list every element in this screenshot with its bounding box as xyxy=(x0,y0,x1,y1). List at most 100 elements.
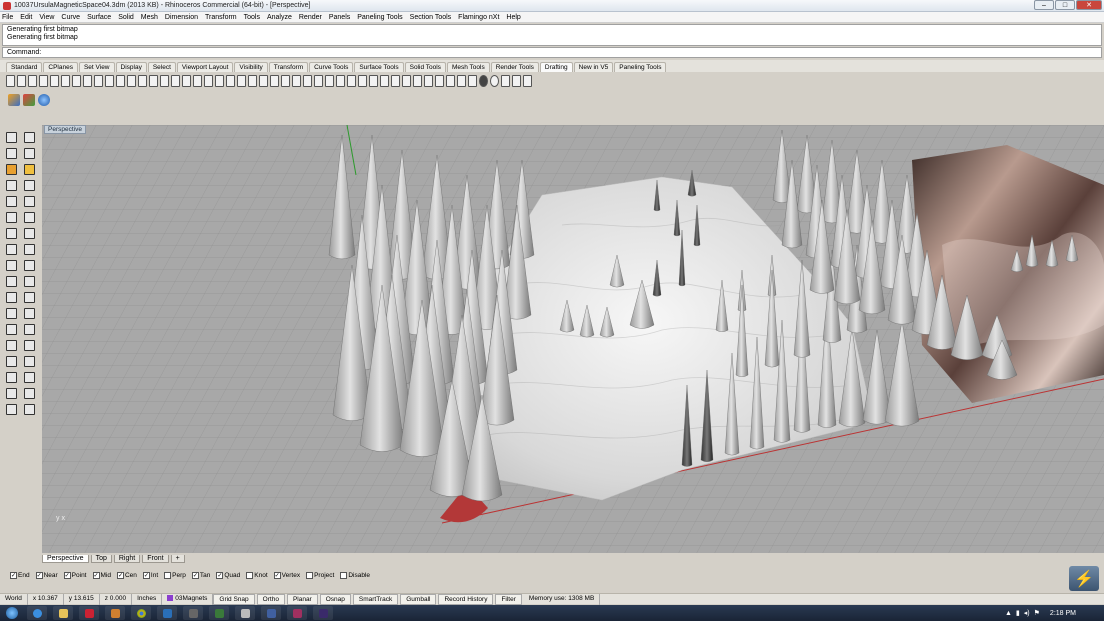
modeling-tool-icon[interactable] xyxy=(24,371,35,383)
menu-item-mesh[interactable]: Mesh xyxy=(141,14,158,21)
drafting-tool-icon[interactable] xyxy=(281,75,290,87)
modeling-tool-icon[interactable] xyxy=(6,147,17,159)
drafting-tool-icon[interactable] xyxy=(523,75,532,87)
modeling-tool-icon[interactable] xyxy=(24,147,35,159)
osnap-quad[interactable]: ✓ Quad xyxy=(216,572,240,579)
drafting-tool-icon[interactable] xyxy=(204,75,213,87)
start-button[interactable] xyxy=(0,605,24,621)
menu-item-flamingo-nxt[interactable]: Flamingo nXt xyxy=(458,14,499,21)
drafting-tool-icon[interactable] xyxy=(336,75,345,87)
drafting-tool-icon[interactable] xyxy=(248,75,257,87)
command-input[interactable]: Command: xyxy=(2,47,1102,58)
modeling-tool-icon[interactable] xyxy=(24,323,35,335)
drafting-tool-icon[interactable] xyxy=(435,75,444,87)
drafting-tool-icon[interactable] xyxy=(259,75,268,87)
modeling-tool-icon[interactable] xyxy=(24,403,35,415)
smarttrack-toggle[interactable]: SmartTrack xyxy=(352,593,399,605)
toolbar-tab-new-in-v5[interactable]: New in V5 xyxy=(573,62,614,72)
toolbar-tab-solid-tools[interactable]: Solid Tools xyxy=(404,62,446,72)
menu-item-panels[interactable]: Panels xyxy=(329,14,350,21)
modeling-tool-icon[interactable] xyxy=(6,371,17,383)
drafting-tool-icon[interactable] xyxy=(380,75,389,87)
drafting-tool-icon[interactable] xyxy=(138,75,147,87)
osnap-checkbox[interactable]: ✓ xyxy=(92,572,100,579)
taskbar-app[interactable] xyxy=(79,606,99,620)
filter-toggle[interactable]: Filter xyxy=(495,593,522,605)
modeling-tool-icon[interactable] xyxy=(24,131,35,143)
menu-item-surface[interactable]: Surface xyxy=(87,14,111,21)
drafting-tool-icon[interactable] xyxy=(160,75,169,87)
taskbar-app4[interactable] xyxy=(235,606,255,620)
grasshopper-icon[interactable] xyxy=(23,94,35,106)
close-button[interactable]: ✕ xyxy=(1076,0,1102,10)
ortho-toggle[interactable]: Ortho xyxy=(256,593,285,605)
drafting-tool-icon[interactable] xyxy=(413,75,422,87)
drafting-tool-icon[interactable] xyxy=(512,75,521,87)
osnap-perp[interactable]: Perp xyxy=(164,572,186,579)
gumball-toggle[interactable]: Gumball xyxy=(400,593,437,605)
modeling-tool-icon[interactable] xyxy=(6,163,17,175)
modeling-tool-icon[interactable] xyxy=(24,163,35,175)
modeling-tool-icon[interactable] xyxy=(24,243,35,255)
toolbar-tab-select[interactable]: Select xyxy=(147,62,176,72)
drafting-tool-icon[interactable] xyxy=(6,75,15,87)
osnap-checkbox[interactable] xyxy=(340,572,348,579)
modeling-tool-icon[interactable] xyxy=(24,355,35,367)
taskbar-app2[interactable] xyxy=(157,606,177,620)
modeling-tool-icon[interactable] xyxy=(6,275,17,287)
minimize-button[interactable]: – xyxy=(1034,0,1054,10)
current-layer[interactable]: 03Magnets xyxy=(162,593,214,605)
drafting-tool-icon[interactable] xyxy=(226,75,235,87)
osnap-near[interactable]: ✓ Near xyxy=(35,572,58,579)
drafting-tool-icon[interactable] xyxy=(402,75,411,87)
drafting-tool-icon[interactable] xyxy=(391,75,400,87)
drafting-tool-icon[interactable] xyxy=(149,75,158,87)
taskbar-app5[interactable] xyxy=(261,606,281,620)
modeling-tool-icon[interactable] xyxy=(24,307,35,319)
drafting-tool-icon[interactable] xyxy=(303,75,312,87)
toolbar-tab-visibility[interactable]: Visibility xyxy=(234,62,268,72)
toolbar-tab-surface-tools[interactable]: Surface Tools xyxy=(354,62,404,72)
drafting-tool-icon[interactable] xyxy=(72,75,81,87)
drafting-tool-icon[interactable] xyxy=(292,75,301,87)
osnap-mid[interactable]: ✓ Mid xyxy=(92,572,111,579)
modeling-tool-icon[interactable] xyxy=(6,403,17,415)
toolbar-tab-viewport-layout[interactable]: Viewport Layout xyxy=(176,62,234,72)
osnap-tan[interactable]: ✓ Tan xyxy=(191,572,210,579)
viewport-title[interactable]: Perspective xyxy=(44,125,86,134)
menu-item-view[interactable]: View xyxy=(39,14,54,21)
osnap-int[interactable]: ✓ Int xyxy=(142,572,158,579)
taskbar-app6[interactable] xyxy=(287,606,307,620)
help-icon[interactable] xyxy=(38,94,50,106)
osnap-toggle[interactable]: Osnap xyxy=(319,593,351,605)
drafting-tool-icon[interactable] xyxy=(457,75,466,87)
taskbar-premiere[interactable] xyxy=(313,606,333,620)
osnap-vertex[interactable]: ✓ Vertex xyxy=(273,572,300,579)
drafting-tool-icon[interactable] xyxy=(314,75,323,87)
drafting-tool-icon[interactable] xyxy=(83,75,92,87)
perspective-viewport[interactable]: Perspective y x xyxy=(42,125,1104,553)
drafting-tool-icon[interactable] xyxy=(215,75,224,87)
menu-item-dimension[interactable]: Dimension xyxy=(165,14,198,21)
network-icon[interactable]: ▮ xyxy=(1016,609,1020,617)
menu-item-section-tools[interactable]: Section Tools xyxy=(410,14,452,21)
tray-arrow-icon[interactable]: ▲ xyxy=(1005,610,1012,617)
osnap-point[interactable]: ✓ Point xyxy=(63,572,87,579)
modeling-tool-icon[interactable] xyxy=(24,339,35,351)
taskbar-ie[interactable] xyxy=(27,606,47,620)
toolbar-tab-standard[interactable]: Standard xyxy=(6,62,43,72)
drafting-tool-icon[interactable] xyxy=(182,75,191,87)
drafting-tool-icon[interactable] xyxy=(325,75,334,87)
osnap-cen[interactable]: ✓ Cen xyxy=(116,572,137,579)
drafting-tool-icon[interactable] xyxy=(17,75,26,87)
modeling-tool-icon[interactable] xyxy=(6,307,17,319)
modeling-tool-icon[interactable] xyxy=(24,291,35,303)
volume-icon[interactable]: ◂) xyxy=(1024,609,1030,617)
osnap-checkbox[interactable]: ✓ xyxy=(10,572,17,579)
drafting-tool-icon[interactable] xyxy=(105,75,114,87)
modeling-tool-icon[interactable] xyxy=(6,355,17,367)
modeling-tool-icon[interactable] xyxy=(6,131,17,143)
modeling-tool-icon[interactable] xyxy=(24,195,35,207)
taskbar-chrome[interactable] xyxy=(131,606,151,620)
drafting-tool-icon[interactable] xyxy=(347,75,356,87)
